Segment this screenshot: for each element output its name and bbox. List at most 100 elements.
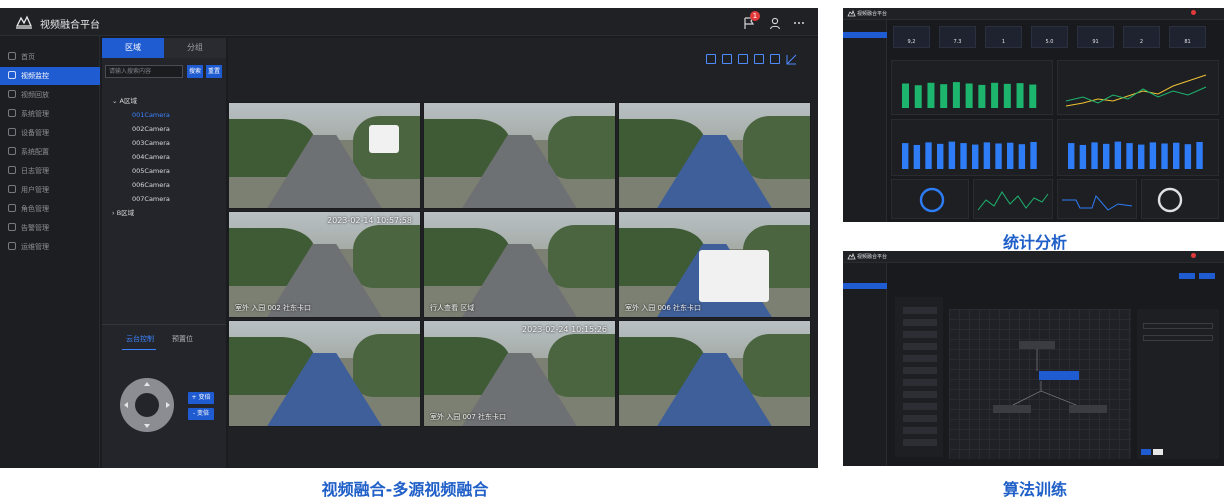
confirm-button[interactable] bbox=[1141, 449, 1151, 455]
feed-image bbox=[743, 115, 810, 179]
operator-item[interactable] bbox=[903, 403, 937, 410]
sidebar-item-users[interactable]: 用户管理 bbox=[0, 181, 100, 199]
property-input[interactable] bbox=[1143, 323, 1213, 329]
sidebar-item[interactable] bbox=[843, 307, 887, 313]
tab-group[interactable]: 分组 bbox=[164, 38, 226, 58]
bar bbox=[902, 143, 909, 169]
sidebar-item[interactable] bbox=[843, 291, 887, 297]
sidebar-item-config[interactable]: 系统配置 bbox=[0, 143, 100, 161]
bar bbox=[1016, 83, 1024, 108]
camera-feed[interactable] bbox=[618, 102, 811, 209]
camera-feed[interactable] bbox=[618, 320, 811, 427]
sidebar-item-active[interactable] bbox=[843, 283, 887, 289]
logo-icon bbox=[15, 15, 33, 29]
operator-item[interactable] bbox=[903, 367, 937, 374]
log-icon bbox=[8, 166, 16, 174]
tab-ptz-control[interactable]: 云台控制 bbox=[126, 334, 154, 344]
property-input[interactable] bbox=[1143, 335, 1213, 341]
sidebar-item[interactable] bbox=[843, 271, 887, 277]
operator-item[interactable] bbox=[903, 319, 937, 326]
operator-item[interactable] bbox=[903, 331, 937, 338]
step-chart bbox=[1057, 179, 1137, 219]
notification-button[interactable]: 1 bbox=[742, 11, 760, 31]
camera-feed[interactable]: 2023-02-14 10:57:58 室外 入园 002 社东卡口 bbox=[228, 211, 421, 318]
vehicle bbox=[699, 250, 769, 302]
operator-item[interactable] bbox=[903, 379, 937, 386]
search-input[interactable]: 请输入搜索内容 bbox=[105, 65, 183, 78]
camera-feed[interactable] bbox=[228, 102, 421, 209]
ptz-direction-pad[interactable] bbox=[120, 378, 174, 432]
sidebar-item[interactable] bbox=[843, 48, 887, 54]
tree-node-camera[interactable]: 002Camera bbox=[132, 123, 170, 135]
tree-node-region-b[interactable]: › B区域 bbox=[112, 207, 134, 219]
sidebar-item-roles[interactable]: 角色管理 bbox=[0, 200, 100, 218]
operator-item[interactable] bbox=[903, 391, 937, 398]
sidebar-item-ops[interactable]: 运维管理 bbox=[0, 238, 100, 256]
layout-1x1-icon[interactable] bbox=[706, 54, 716, 64]
operator-item[interactable] bbox=[903, 427, 937, 434]
camera-feed[interactable] bbox=[423, 102, 616, 209]
camera-feed[interactable] bbox=[228, 320, 421, 427]
cancel-button[interactable] bbox=[1153, 449, 1163, 455]
tree-node-camera[interactable]: 004Camera bbox=[132, 151, 170, 163]
layout-2x2-icon[interactable] bbox=[722, 54, 732, 64]
panel-divider bbox=[102, 324, 226, 325]
zoom-out-button[interactable]: - 变倍 bbox=[188, 408, 214, 420]
sidebar-item[interactable] bbox=[843, 56, 887, 62]
operator-item[interactable] bbox=[903, 355, 937, 362]
tree-node-camera[interactable]: 006Camera bbox=[132, 179, 170, 191]
alarm-icon bbox=[8, 223, 16, 231]
layout-4x4-icon[interactable] bbox=[754, 54, 764, 64]
sidebar-item-playback[interactable]: 视频回放 bbox=[0, 86, 100, 104]
sidebar-item-label: 系统配置 bbox=[21, 148, 49, 156]
sidebar-item-logs[interactable]: 日志管理 bbox=[0, 162, 100, 180]
camera-feed[interactable]: 室外 入园 006 社东卡口 bbox=[618, 211, 811, 318]
tab-region[interactable]: 区域 bbox=[102, 38, 164, 58]
sidebar-item[interactable] bbox=[843, 40, 887, 46]
bar bbox=[937, 143, 944, 169]
user-button[interactable] bbox=[768, 15, 784, 31]
sidebar-item[interactable] bbox=[843, 299, 887, 305]
flow-graph bbox=[993, 341, 1107, 413]
tab-preset[interactable]: 预置位 bbox=[172, 334, 193, 344]
top-bar: 视频融合平台 bbox=[843, 251, 1224, 263]
flow-canvas[interactable] bbox=[949, 309, 1131, 459]
camera-feed[interactable]: 2023-02-24 10:15:26 室外 入园 007 社东卡口 bbox=[423, 320, 616, 427]
sidebar-item-home[interactable]: 首页 bbox=[0, 48, 100, 66]
tree-node-region-a[interactable]: ⌄ A区域 bbox=[112, 95, 137, 107]
toolbar-button[interactable] bbox=[1199, 273, 1215, 279]
sidebar-item[interactable] bbox=[843, 24, 887, 30]
camera-feed[interactable]: 行人查看 区域 bbox=[423, 211, 616, 318]
operator-item[interactable] bbox=[903, 415, 937, 422]
bar bbox=[1126, 143, 1133, 169]
sidebar-item-alarms[interactable]: 告警管理 bbox=[0, 219, 100, 237]
sidebar-item-active[interactable] bbox=[843, 32, 887, 38]
sidebar-item-devices[interactable]: 设备管理 bbox=[0, 124, 100, 142]
ring-chart-2 bbox=[1141, 179, 1219, 219]
reset-button[interactable]: 重置 bbox=[206, 65, 222, 78]
sidebar-item-system[interactable]: 系统管理 bbox=[0, 105, 100, 123]
sidebar-item-video-monitor[interactable]: 视频监控 bbox=[0, 67, 100, 85]
bar bbox=[1029, 84, 1037, 108]
bar bbox=[1138, 144, 1145, 169]
operator-item[interactable] bbox=[903, 343, 937, 350]
stats-window: 视频融合平台 9,2 7.3 1 5.0 91 2 81 bbox=[843, 8, 1224, 222]
tree-node-camera[interactable]: 007Camera bbox=[132, 193, 170, 205]
toolbar-button[interactable] bbox=[1179, 273, 1195, 279]
logo-icon bbox=[847, 253, 856, 260]
close-all-icon[interactable] bbox=[770, 54, 780, 64]
tree-node-camera[interactable]: 005Camera bbox=[132, 165, 170, 177]
search-button[interactable]: 搜索 bbox=[187, 65, 203, 78]
sidebar-item-label: 运维管理 bbox=[21, 243, 49, 251]
zoom-in-button[interactable]: + 变倍 bbox=[188, 392, 214, 404]
stat-value: 1 bbox=[1001, 39, 1006, 45]
layout-3x3-icon[interactable] bbox=[738, 54, 748, 64]
operator-item[interactable] bbox=[903, 307, 937, 314]
stat-value: 7.3 bbox=[953, 39, 962, 45]
fullscreen-icon[interactable] bbox=[786, 54, 797, 65]
tree-node-camera[interactable]: 003Camera bbox=[132, 137, 170, 149]
more-button[interactable] bbox=[792, 15, 808, 31]
tree-node-camera[interactable]: 001Camera bbox=[132, 109, 170, 121]
bar-chart-blue-2 bbox=[1057, 119, 1219, 176]
operator-item[interactable] bbox=[903, 439, 937, 446]
